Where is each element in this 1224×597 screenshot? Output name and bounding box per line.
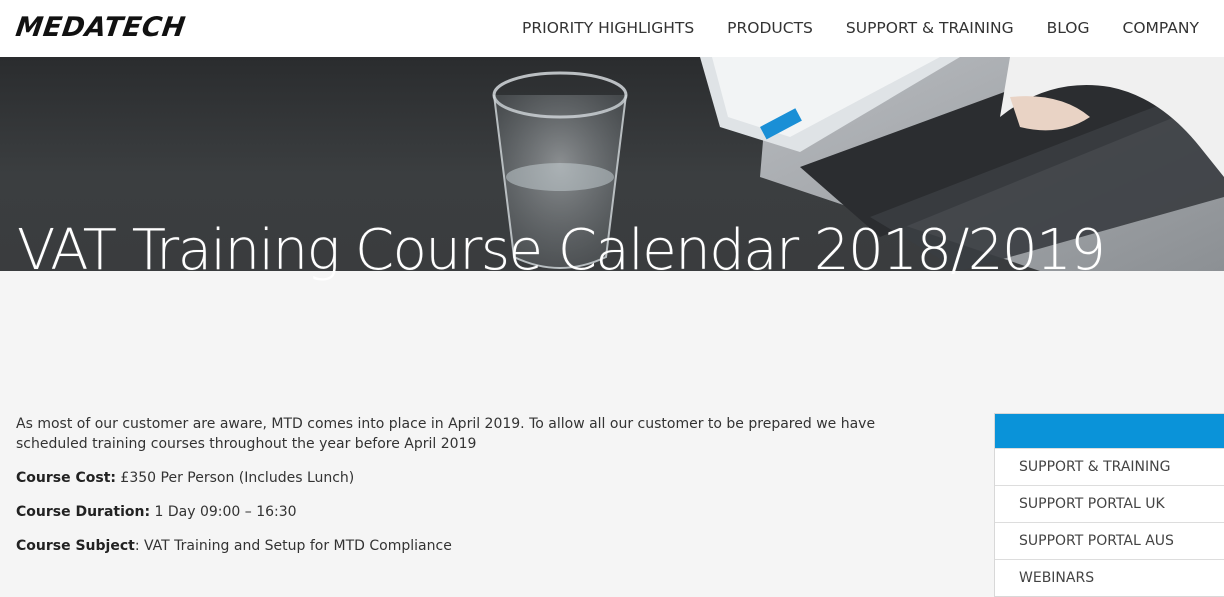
sidebar-item-webinars[interactable]: WEBINARS <box>995 559 1224 596</box>
sidebar-item-support-portal-uk[interactable]: SUPPORT PORTAL UK <box>995 485 1224 522</box>
page-title: VAT Training Course Calendar 2018/2019 <box>17 218 1106 283</box>
course-subject: Course Subject: VAT Training and Setup f… <box>16 536 916 556</box>
sidebar-header-bar <box>995 414 1224 448</box>
sidebar-item-support-training[interactable]: SUPPORT & TRAINING <box>995 448 1224 485</box>
course-cost: Course Cost: £350 Per Person (Includes L… <box>16 468 916 488</box>
course-duration: Course Duration: 1 Day 09:00 – 16:30 <box>16 502 916 522</box>
course-cost-label: Course Cost: <box>16 470 116 486</box>
nav-item-blog[interactable]: BLOG <box>1047 19 1090 37</box>
nav-item-priority-highlights[interactable]: PRIORITY HIGHLIGHTS <box>522 19 694 37</box>
medatech-logo[interactable]: MEDATECH <box>14 12 188 43</box>
nav-item-company[interactable]: COMPANY <box>1123 19 1199 37</box>
nav-item-support-training[interactable]: SUPPORT & TRAINING <box>846 19 1014 37</box>
nav-item-products[interactable]: PRODUCTS <box>727 19 813 37</box>
course-duration-label: Course Duration: <box>16 504 151 520</box>
main-nav: PRIORITY HIGHLIGHTS PRODUCTS SUPPORT & T… <box>522 19 1224 37</box>
main-content: As most of our customer are aware, MTD c… <box>16 414 916 570</box>
intro-text: As most of our customer are aware, MTD c… <box>16 416 876 452</box>
site-header: MEDATECH PRIORITY HIGHLIGHTS PRODUCTS SU… <box>0 0 1224 57</box>
course-cost-value: £350 Per Person (Includes Lunch) <box>115 470 355 486</box>
sidebar-item-support-portal-aus[interactable]: SUPPORT PORTAL AUS <box>995 522 1224 559</box>
course-subject-label: Course Subject <box>16 538 135 554</box>
hero-lower-band <box>0 271 1224 351</box>
sidebar-menu: SUPPORT & TRAINING SUPPORT PORTAL UK SUP… <box>994 413 1224 597</box>
course-subject-value: : VAT Training and Setup for MTD Complia… <box>134 538 452 554</box>
course-duration-value: 1 Day 09:00 – 16:30 <box>150 504 297 520</box>
